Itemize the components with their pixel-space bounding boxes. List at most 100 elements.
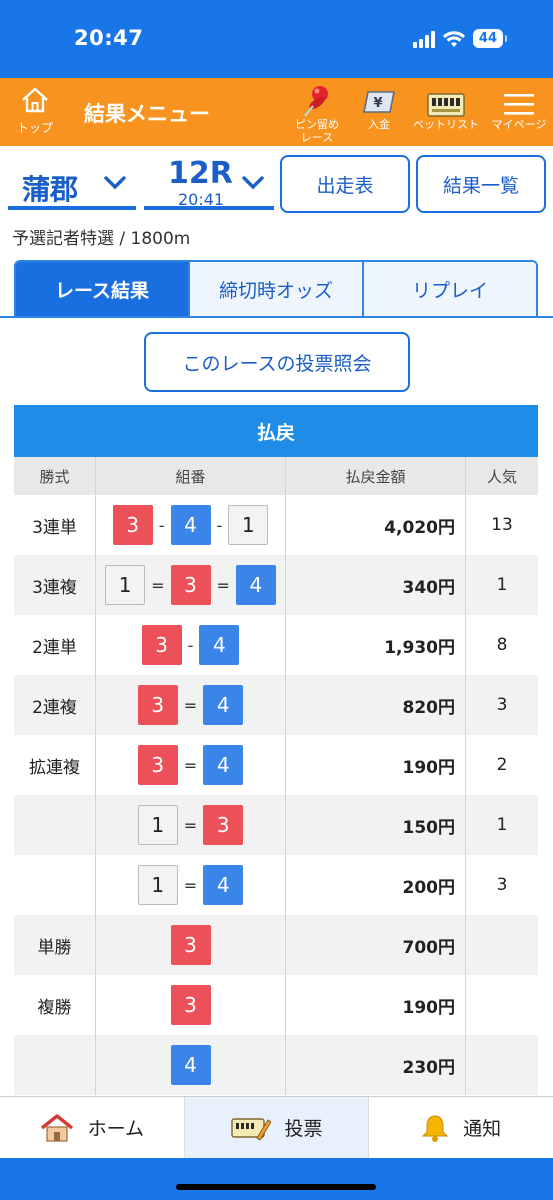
payout-row: 4 230円 — [14, 1035, 538, 1095]
payout-row: 2連複 3 = 4 820円 3 — [14, 675, 538, 735]
signal-icon — [412, 30, 435, 48]
combination-separator: - — [216, 515, 223, 535]
payout-amount-cell: 820円 — [286, 675, 466, 735]
app-header: トップ 結果メニュー ピン留め レース ¥ 入金 ベットリスト マイページ — [0, 78, 553, 146]
payout-amount-cell: 700円 — [286, 915, 466, 975]
tab-race-result[interactable]: レース結果 — [16, 262, 188, 316]
bet-type-cell: 3連単 — [14, 495, 96, 555]
nav-home[interactable]: ホーム — [0, 1097, 184, 1158]
boat-number-box: 1 — [137, 865, 178, 905]
boat-number-box: 3 — [137, 745, 178, 785]
combination: 3 — [170, 925, 211, 965]
header-combination: 組番 — [96, 457, 286, 495]
popularity-cell: 1 — [496, 815, 508, 835]
vote-inquiry-button[interactable]: このレースの投票照会 — [144, 332, 410, 392]
payout-header-row: 勝式 組番 払戻金額 人気 — [14, 457, 538, 495]
bottom-navigation: ホーム 投票 通知 — [0, 1096, 553, 1158]
result-tabs: レース結果 締切時オッズ リプレイ — [14, 260, 538, 318]
combination-separator: = — [183, 755, 198, 775]
boat-number-box: 3 — [112, 505, 153, 545]
combination: 1 = 4 — [137, 865, 244, 905]
home-indicator — [176, 1184, 376, 1190]
tab-underline — [0, 316, 553, 318]
payout-row: 1 = 4 200円 3 — [14, 855, 538, 915]
status-indicators: 44 — [412, 29, 508, 48]
tab-closing-odds[interactable]: 締切時オッズ — [188, 262, 362, 316]
chevron-down-icon — [104, 176, 126, 190]
combination: 4 — [170, 1045, 211, 1085]
combination-cell: 1 = 3 = 4 — [96, 555, 286, 615]
payout-title: 払戻 — [14, 405, 538, 457]
combination-separator: = — [216, 575, 230, 595]
pin-race-button[interactable]: ピン留め レース — [286, 84, 348, 144]
combination-separator: = — [183, 815, 198, 835]
bet-type-cell — [14, 795, 96, 855]
nav-vote-label: 投票 — [284, 1118, 323, 1140]
nav-vote[interactable]: 投票 — [183, 1097, 369, 1158]
wifi-icon — [442, 30, 465, 47]
payout-row: 拡連複 3 = 4 190円 2 — [14, 735, 538, 795]
entry-list-button[interactable]: 出走表 — [280, 155, 410, 213]
house-icon — [40, 1113, 73, 1142]
combination-cell: 3-4-1 — [96, 495, 286, 555]
race-name: 予選記者特選 — [12, 229, 114, 249]
nav-notify-label: 通知 — [463, 1118, 502, 1140]
header-payout-amount: 払戻金額 — [286, 457, 466, 495]
popularity-cell: 2 — [496, 755, 508, 775]
payout-amount-cell: 340円 — [286, 555, 466, 615]
combination-cell: 1 = 4 — [96, 855, 286, 915]
boat-number-box: 3 — [170, 925, 211, 965]
boat-number-box: 1 — [228, 505, 269, 545]
venue-selector[interactable]: 蒲郡 — [8, 154, 136, 210]
race-info-separator: / — [114, 229, 131, 249]
popularity-cell — [466, 975, 538, 1035]
top-button[interactable]: トップ — [14, 86, 56, 136]
vote-ticket-icon — [230, 1117, 271, 1141]
bell-icon — [421, 1114, 449, 1142]
chevron-down-icon — [242, 176, 264, 190]
svg-text:¥: ¥ — [373, 96, 382, 111]
boat-number-box: 4 — [199, 625, 240, 665]
boat-number-box: 1 — [105, 565, 146, 605]
bet-type-cell: 3連複 — [14, 555, 96, 615]
mypage-button[interactable]: マイページ — [486, 84, 552, 131]
combination-cell: 3 = 4 — [96, 735, 286, 795]
payout-amount-cell: 4,020円 — [286, 495, 466, 555]
payout-table: 払戻 勝式 組番 払戻金額 人気 3連単 3-4-1 4,020円 13 3連複 1 = 3 =… — [14, 405, 538, 1095]
payout-rows: 3連単 3-4-1 4,020円 13 3連複 1 = 3 = 4 340円 1 2連単 3-4 1,930… — [14, 495, 538, 1095]
combination: 1 = 3 = 4 — [105, 565, 276, 605]
combination: 3-4 — [141, 625, 240, 665]
combination: 3 = 4 — [137, 745, 244, 785]
deposit-button[interactable]: ¥ 入金 — [354, 84, 404, 131]
mypage-label: マイページ — [491, 118, 547, 131]
payout-row: 単勝 3 700円 — [14, 915, 538, 975]
deposit-label: 入金 — [368, 118, 390, 131]
payout-row: 複勝 3 190円 — [14, 975, 538, 1035]
betlist-button[interactable]: ベットリスト — [408, 84, 484, 131]
payout-amount-cell: 190円 — [286, 975, 466, 1035]
header-bet-type: 勝式 — [14, 457, 96, 495]
race-selector-row: 蒲郡 12R 20:41 出走表 結果一覧 — [0, 146, 553, 220]
pin-race-label: ピン留め レース — [295, 118, 339, 144]
bet-type-cell — [14, 1035, 96, 1095]
combination-separator: - — [187, 635, 194, 655]
race-number-selector[interactable]: 12R 20:41 — [144, 154, 274, 210]
nav-notify[interactable]: 通知 — [368, 1097, 553, 1158]
bet-ticket-icon — [427, 93, 465, 117]
payout-amount-cell: 150円 — [286, 795, 466, 855]
combination-cell: 3 = 4 — [96, 675, 286, 735]
combination-separator: = — [151, 575, 165, 595]
bet-type-cell: 2連単 — [14, 615, 96, 675]
boat-number-box: 3 — [203, 805, 244, 845]
results-list-button[interactable]: 結果一覧 — [416, 155, 546, 213]
popularity-cell: 8 — [496, 635, 508, 655]
payout-amount-cell: 1,930円 — [286, 615, 466, 675]
status-bar: 20:47 44 — [0, 0, 553, 78]
header-popularity: 人気 — [486, 467, 517, 486]
tab-replay[interactable]: リプレイ — [362, 262, 536, 316]
payout-amount-cell: 230円 — [286, 1035, 466, 1095]
home-indicator-bar — [0, 1158, 553, 1200]
payout-amount-cell: 200円 — [286, 855, 466, 915]
popularity-cell: 13 — [491, 515, 513, 535]
betlist-label: ベットリスト — [413, 118, 479, 131]
